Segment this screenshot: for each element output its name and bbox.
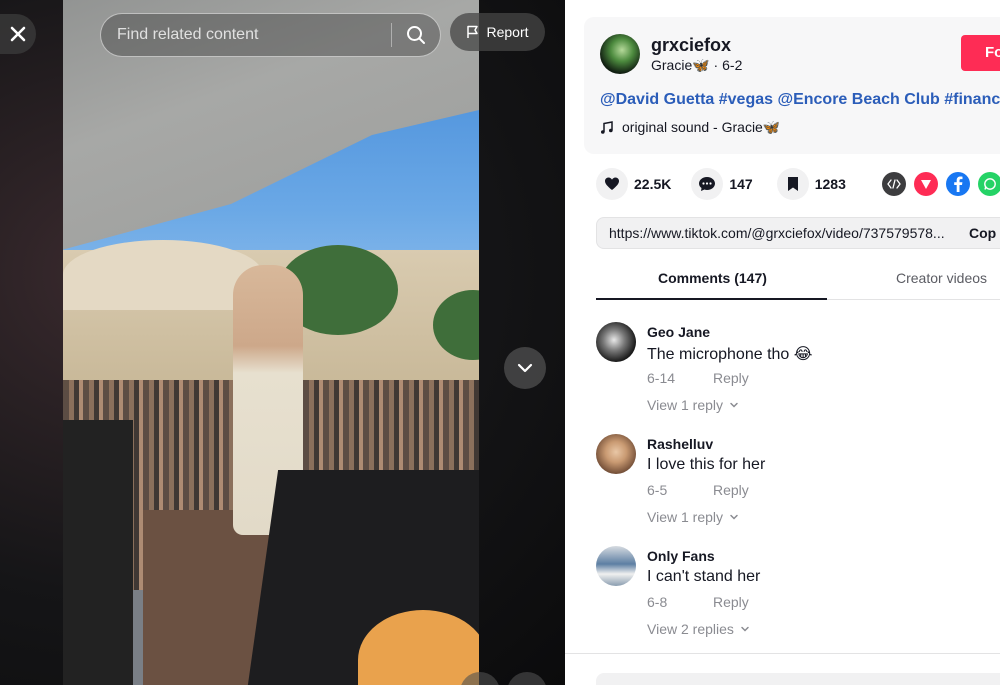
copy-link-button[interactable]: Cop [969,225,996,241]
comment-date: 6-5 [647,482,668,498]
search-icon [407,26,425,44]
flag-icon [467,25,479,38]
caption-hashtag[interactable]: #finance [944,91,1000,108]
report-label: Report [486,24,529,40]
comment-date: 6-8 [647,594,668,610]
music-note-icon [601,120,613,134]
post-date: 6-2 [722,57,743,73]
search-button[interactable] [392,14,440,56]
share-link-box: https://www.tiktok.com/@grxciefox/video/… [596,217,1000,249]
reply-button[interactable]: Reply [713,370,749,386]
close-icon [10,26,26,42]
commenter-name[interactable]: Geo Jane [647,324,710,340]
details-panel: grxciefox Gracie🦋 · 6-2 Fo @David Guetta… [565,0,1000,685]
chevron-down-icon [517,363,533,373]
chevron-down-icon [741,626,749,632]
reply-button[interactable]: Reply [713,482,749,498]
video-player[interactable] [63,0,479,685]
sound-link[interactable]: original sound - Gracie🦋 [600,119,780,136]
author-nickname: Gracie [651,57,693,73]
author-info-card: grxciefox Gracie🦋 · 6-2 Fo @David Guetta… [584,17,1000,154]
comment-text: I can't stand her [647,568,761,585]
follow-button[interactable]: Fo [961,35,1000,71]
comment-icon [691,168,724,200]
embed-icon[interactable] [881,172,906,196]
view-replies-label: View 1 reply [647,397,724,413]
caption-mention[interactable]: @David Guetta [600,91,714,108]
commenter-name[interactable]: Rashelluv [647,436,713,452]
caption-hashtag[interactable]: #vegas [719,91,773,108]
whatsapp-icon[interactable] [977,172,1000,196]
save-button[interactable]: 1283 [776,168,846,200]
save-count: 1283 [814,176,846,192]
tab-comments[interactable]: Comments (147) [658,270,767,286]
author-avatar[interactable] [600,34,640,74]
comment-text: The microphone tho 😂 [647,346,813,363]
action-bar: 22.5K 147 1283 [596,168,1000,200]
next-video-button[interactable] [504,347,546,389]
comment-input-divider [565,653,1000,654]
sound-label: original sound - Gracie🦋 [622,119,781,135]
add-comment-input[interactable] [596,673,1000,685]
view-replies-button[interactable]: View 1 reply [647,397,739,413]
like-count: 22.5K [634,176,672,192]
share-link-text[interactable]: https://www.tiktok.com/@grxciefox/video/… [597,225,947,241]
author-nickname-line: Gracie🦋 · 6-2 [651,57,743,73]
commenter-avatar[interactable] [596,322,636,362]
commenter-avatar[interactable] [596,546,636,586]
comment-text: I love this for her [647,456,766,473]
view-replies-button[interactable]: View 2 replies [647,621,750,637]
tab-creator-videos[interactable]: Creator videos [896,270,987,286]
bookmark-icon [776,168,809,200]
panel-tabs: Comments (147) Creator videos [596,262,1000,300]
facebook-icon[interactable] [945,172,970,196]
video-pane: Report [0,0,565,685]
search-bar [100,13,441,57]
video-dj [63,420,133,685]
caption-mention[interactable]: @Encore Beach Club [777,91,939,108]
comment-button[interactable]: 147 [691,168,753,200]
report-button[interactable]: Report [450,13,545,51]
commenter-name[interactable]: Only Fans [647,548,715,564]
view-replies-label: View 2 replies [647,621,734,637]
active-tab-indicator [596,298,827,300]
chevron-down-icon [730,514,738,520]
commenter-avatar[interactable] [596,434,636,474]
author-username[interactable]: grxciefox [651,35,731,56]
like-button[interactable]: 22.5K [596,168,671,200]
chevron-down-icon [730,402,738,408]
butterfly-emoji: 🦋 [692,57,710,73]
send-to-friends-icon[interactable] [913,172,938,196]
comment-date: 6-14 [647,370,676,386]
view-replies-button[interactable]: View 1 reply [647,509,739,525]
comment-count: 147 [729,176,753,192]
video-caption: @David Guetta #vegas @Encore Beach Club … [600,91,1000,109]
view-replies-label: View 1 reply [647,509,724,525]
heart-icon [596,168,628,200]
search-input[interactable] [101,26,391,44]
reply-button[interactable]: Reply [713,594,749,610]
